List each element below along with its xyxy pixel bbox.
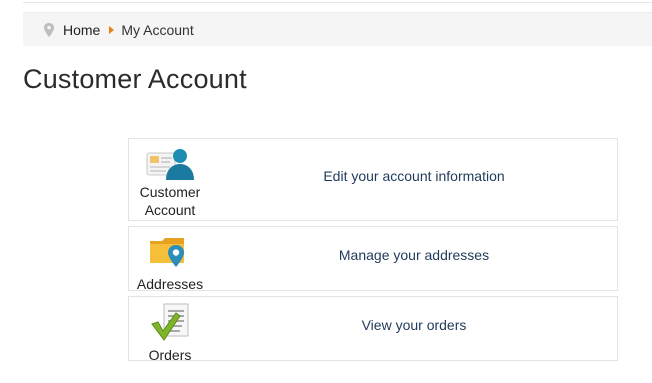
view-orders-link[interactable]: View your orders <box>211 317 617 333</box>
orders-icon <box>146 302 194 344</box>
customer-account-panel: Customer Account Edit your account infor… <box>128 138 618 221</box>
top-divider <box>23 0 652 3</box>
customer-account-tile[interactable]: Customer Account <box>129 139 211 219</box>
orders-label: Orders <box>148 347 192 363</box>
orders-panel: Orders View your orders <box>128 296 618 364</box>
addresses-tile[interactable]: Addresses <box>129 227 211 293</box>
orders-tile[interactable]: Orders <box>129 297 211 364</box>
customer-account-label: Customer Account <box>129 183 211 219</box>
breadcrumb-current: My Account <box>121 21 194 38</box>
addresses-label: Addresses <box>136 276 204 292</box>
manage-addresses-link[interactable]: Manage your addresses <box>211 247 617 263</box>
breadcrumb-separator-icon <box>109 25 115 34</box>
page-title: Customer Account <box>23 64 247 94</box>
customer-account-label-line2: Account <box>144 202 196 218</box>
edit-account-link[interactable]: Edit your account information <box>211 168 617 184</box>
breadcrumb: Home My Account <box>23 12 652 46</box>
customer-account-icon <box>146 147 194 181</box>
addresses-panel: Addresses Manage your addresses <box>128 226 618 293</box>
customer-account-label-line1: Customer <box>139 184 201 200</box>
addresses-icon <box>146 233 194 273</box>
breadcrumb-home-link[interactable]: Home <box>63 22 100 38</box>
location-pin-icon <box>43 22 55 37</box>
